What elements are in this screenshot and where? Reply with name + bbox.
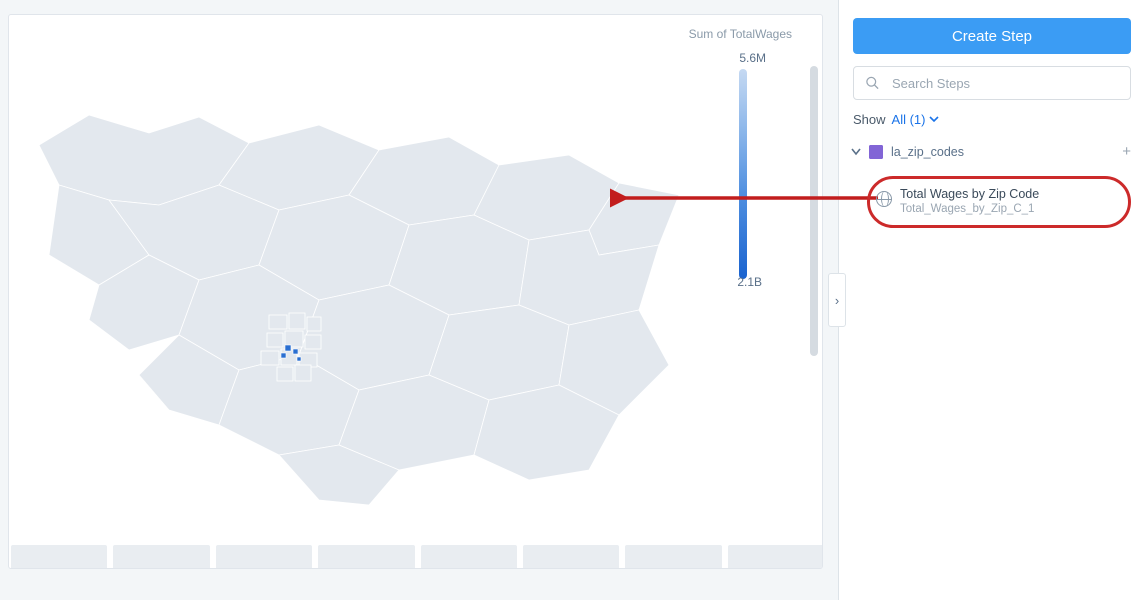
chevron-right-icon: ›	[835, 293, 839, 308]
create-step-button[interactable]: Create Step	[853, 18, 1131, 54]
chevron-down-icon	[851, 148, 861, 156]
chevron-down-icon	[929, 116, 939, 123]
show-filter-dropdown[interactable]: All (1)	[892, 112, 940, 127]
globe-icon	[876, 191, 892, 207]
dataset-name: la_zip_codes	[891, 145, 1114, 159]
steps-sidebar: Create Step Show All (1) la_zip_codes + …	[838, 0, 1145, 600]
choropleth-map[interactable]	[19, 55, 719, 535]
add-step-icon[interactable]: +	[1122, 143, 1131, 160]
search-steps-field[interactable]	[853, 66, 1131, 100]
legend-title: Sum of TotalWages	[689, 27, 792, 41]
dataset-icon	[869, 145, 883, 159]
expand-panel-button[interactable]: ›	[828, 273, 846, 327]
step-title: Total Wages by Zip Code	[900, 187, 1116, 201]
legend-min-label: 2.1B	[737, 275, 762, 289]
show-label: Show	[853, 112, 886, 127]
search-input[interactable]	[853, 66, 1131, 100]
legend-max-label: 5.6M	[739, 51, 766, 65]
main-canvas-area: Sum of TotalWages 5.6M 2.1B	[0, 0, 838, 600]
scrollbar-thumb[interactable]	[810, 66, 818, 356]
bottom-slot-row	[11, 545, 823, 569]
step-id: Total_Wages_by_Zip_C_1	[900, 203, 1116, 215]
show-filter-row: Show All (1)	[853, 112, 1131, 127]
search-icon	[865, 76, 880, 91]
step-item[interactable]: Total Wages by Zip Code Total_Wages_by_Z…	[867, 176, 1131, 228]
dataset-row[interactable]: la_zip_codes +	[851, 139, 1131, 164]
map-chart-panel[interactable]: Sum of TotalWages 5.6M 2.1B	[8, 14, 823, 569]
legend-gradient	[739, 69, 747, 279]
